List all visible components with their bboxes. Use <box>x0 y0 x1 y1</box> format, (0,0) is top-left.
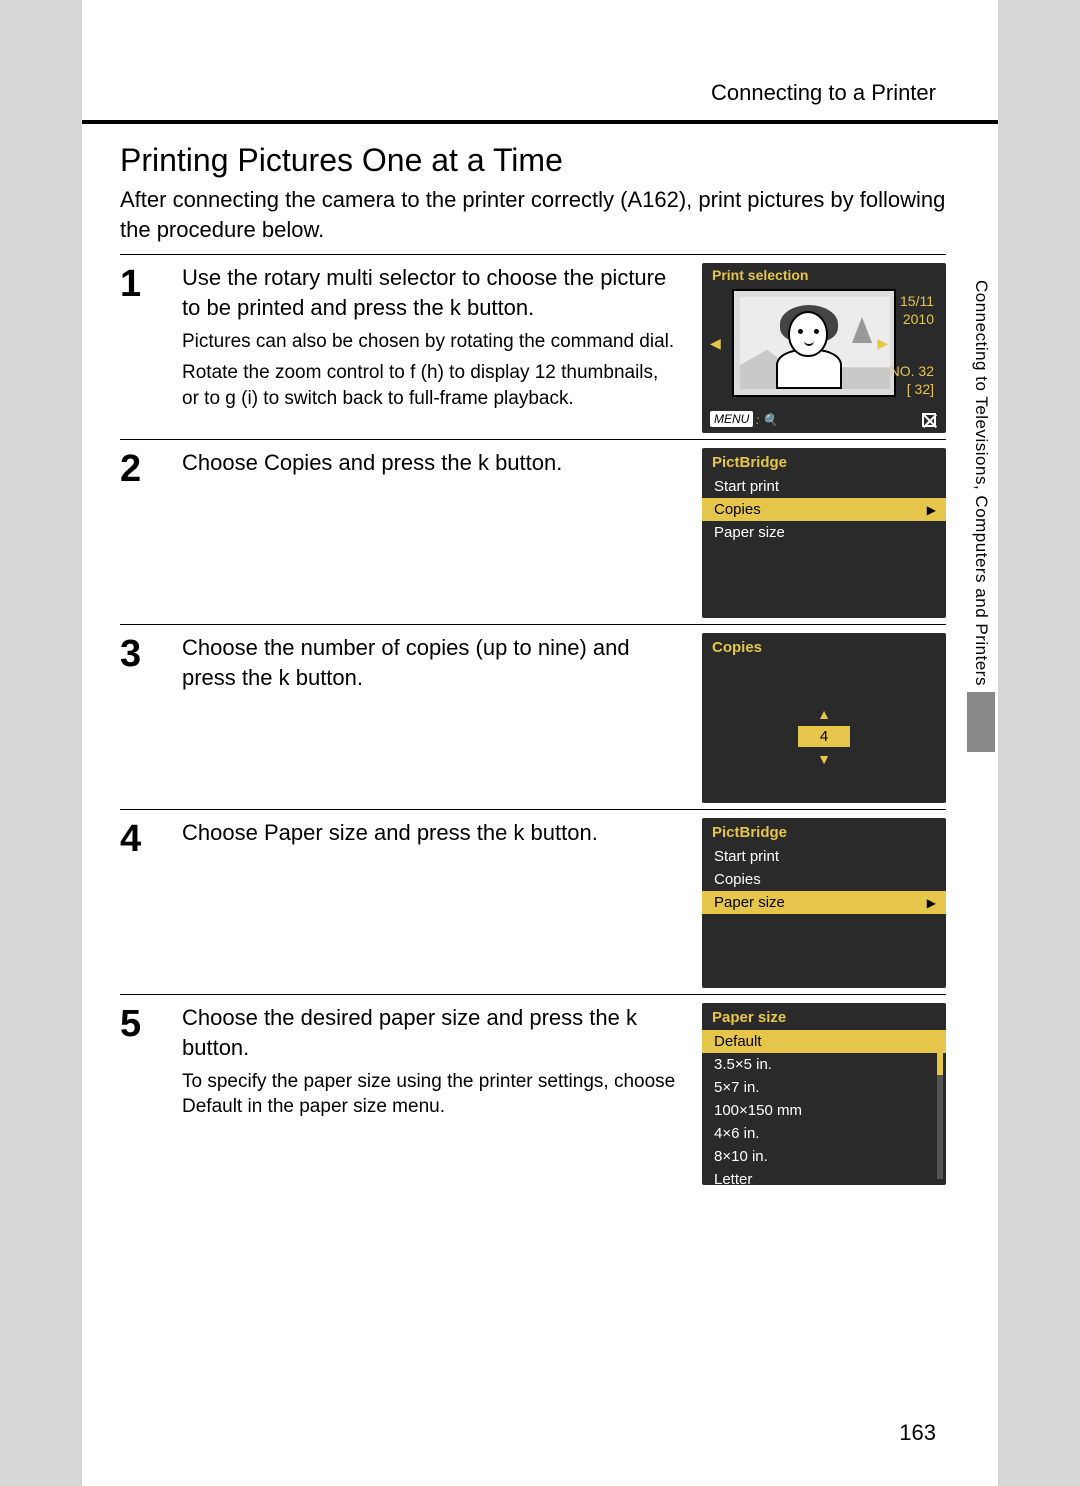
paper-option: Letter <box>702 1168 946 1185</box>
step-number: 1 <box>120 263 156 303</box>
thumbnail-frame <box>732 289 896 397</box>
step-1: 1 Use the rotary multi selector to choos… <box>120 263 946 433</box>
side-tab-marker <box>967 692 995 752</box>
arrow-left-icon: ◀ <box>710 335 721 352</box>
portrait-illustration <box>740 297 890 389</box>
step-3: 3 Choose the number of copies (up to nin… <box>120 633 946 803</box>
menu-item-paper-size: Paper size <box>702 521 946 544</box>
step-number: 3 <box>120 633 156 673</box>
step-main: Choose the desired paper size and press … <box>182 1003 676 1062</box>
menu-item-start-print: Start print <box>702 845 946 868</box>
step-4: 4 Choose Paper size and press the k butt… <box>120 818 946 988</box>
menu-item-paper-size: Paper size ▶ <box>702 891 946 914</box>
page-number: 163 <box>899 1420 936 1446</box>
step-main: Choose Copies and press the k button. <box>182 448 676 478</box>
intro-text: After connecting the camera to the print… <box>120 185 946 244</box>
paper-option: 4×6 in. <box>702 1122 946 1145</box>
menu-item-label: Copies <box>714 501 761 518</box>
lcd-title: PictBridge <box>702 818 946 845</box>
scrollbar-thumb <box>937 1031 943 1075</box>
step-5: 5 Choose the desired paper size and pres… <box>120 1003 946 1185</box>
step-2: 2 Choose Copies and press the k button. … <box>120 448 946 618</box>
chevron-right-icon: ▶ <box>927 503 936 517</box>
step-note: To specify the paper size using the prin… <box>182 1069 676 1120</box>
step-number: 5 <box>120 1003 156 1043</box>
step-number: 4 <box>120 818 156 858</box>
lcd-pictbridge: PictBridge Start print Copies Paper size… <box>702 818 946 988</box>
menu-item-copies: Copies ▶ <box>702 498 946 521</box>
divider <box>120 439 946 440</box>
paper-option: 100×150 mm <box>702 1099 946 1122</box>
lcd-title: PictBridge <box>702 448 946 475</box>
step-main: Choose Paper size and press the k button… <box>182 818 676 848</box>
paper-option: 8×10 in. <box>702 1145 946 1168</box>
arrow-up-icon: ▲ <box>702 706 946 722</box>
content: Printing Pictures One at a Time After co… <box>82 124 998 1185</box>
arrow-right-icon: ▶ <box>877 335 888 352</box>
side-tab: Connecting to Televisions, Computers and… <box>963 280 999 752</box>
divider <box>120 254 946 255</box>
arrow-down-icon: ▼ <box>702 751 946 767</box>
lcd-frame-no: NO. 32 <box>890 363 934 379</box>
manual-page: Connecting to a Printer Printing Picture… <box>82 0 998 1486</box>
step-main: Use the rotary multi selector to choose … <box>182 263 676 322</box>
lcd-count: [ 32] <box>907 381 934 397</box>
lcd-title: Paper size <box>702 1003 946 1030</box>
close-icon <box>922 413 936 427</box>
step-note: Rotate the zoom control to f (h) to disp… <box>182 360 676 411</box>
zoom-icon: : 🔍 <box>756 413 778 427</box>
menu-item-label: Paper size <box>714 894 785 911</box>
side-chapter-label: Connecting to Televisions, Computers and… <box>971 280 991 686</box>
step-main: Choose the number of copies (up to nine)… <box>182 633 676 692</box>
divider <box>120 624 946 625</box>
lcd-title: Print selection <box>712 267 808 283</box>
section-header: Connecting to a Printer <box>82 0 998 120</box>
lcd-paper-size: Paper size Default 3.5×5 in. 5×7 in. 100… <box>702 1003 946 1185</box>
copies-value: 4 <box>798 726 850 747</box>
step-note: Pictures can also be chosen by rotating … <box>182 329 676 355</box>
divider <box>120 994 946 995</box>
divider <box>120 809 946 810</box>
paper-option: 3.5×5 in. <box>702 1053 946 1076</box>
menu-label: MENU <box>710 411 753 427</box>
paper-option: 5×7 in. <box>702 1076 946 1099</box>
paper-option-default: Default <box>702 1030 946 1053</box>
menu-item-copies: Copies <box>702 868 946 891</box>
scrollbar <box>937 1031 943 1179</box>
lcd-date: 15/11 <box>900 293 934 309</box>
lcd-copies: Copies ▲ 4 ▼ <box>702 633 946 803</box>
lcd-print-selection: Print selection ◀ ▶ 15/11 2010 NO. 32 [ … <box>702 263 946 433</box>
lcd-title: Copies <box>702 633 946 660</box>
menu-item-start-print: Start print <box>702 475 946 498</box>
lcd-pictbridge: PictBridge Start print Copies ▶ Paper siz… <box>702 448 946 618</box>
page-title: Printing Pictures One at a Time <box>120 142 946 179</box>
lcd-year: 2010 <box>903 311 934 327</box>
step-number: 2 <box>120 448 156 488</box>
chevron-right-icon: ▶ <box>927 896 936 910</box>
